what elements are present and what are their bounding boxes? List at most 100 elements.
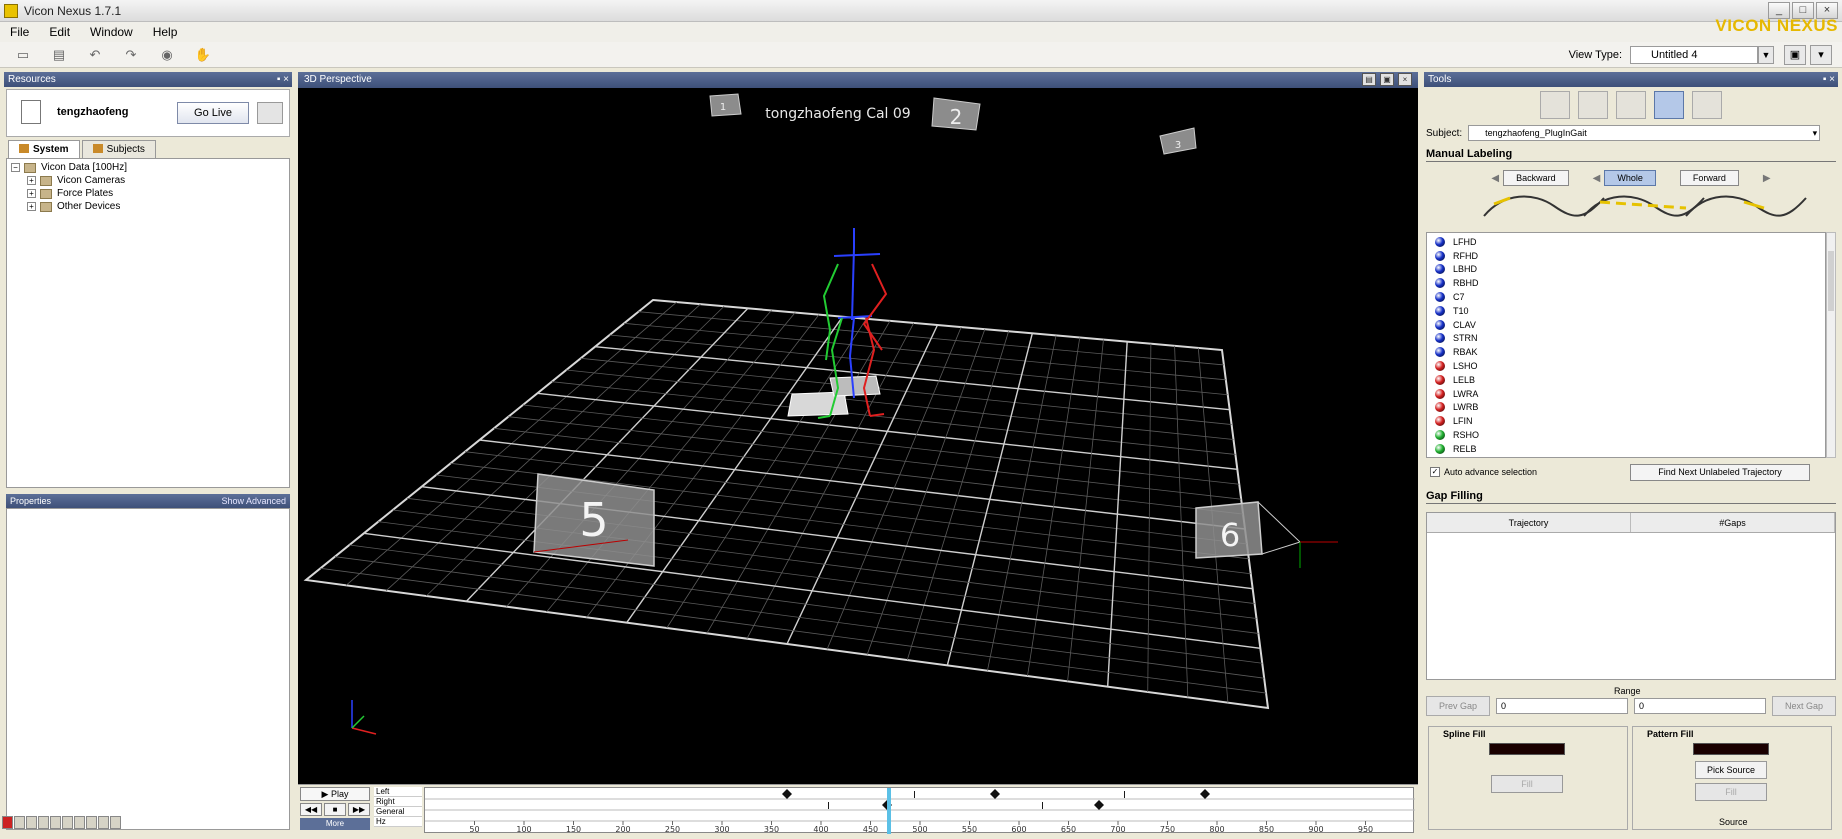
whole-button[interactable]: Whole xyxy=(1604,170,1656,186)
auto-advance-checkbox[interactable]: ✓ xyxy=(1430,467,1440,477)
tree-item-vicon-data[interactable]: − Vicon Data [100Hz] xyxy=(11,161,285,174)
marker-list-scrollbar[interactable] xyxy=(1826,232,1836,458)
foot-off-event-icon[interactable]: I xyxy=(827,801,830,812)
prev-gap-button[interactable]: Prev Gap xyxy=(1426,696,1490,716)
undo-icon[interactable]: ↶ xyxy=(84,45,106,65)
find-next-unlabeled-button[interactable]: Find Next Unlabeled Trajectory xyxy=(1630,464,1810,481)
foot-off-event-icon[interactable]: I xyxy=(913,790,916,801)
tree-item-force-plates[interactable]: + Force Plates xyxy=(11,187,285,200)
marker-row[interactable]: LFHD xyxy=(1435,235,1817,249)
marker-row[interactable]: LWRB xyxy=(1435,401,1817,415)
chevron-down-icon[interactable]: ▼ xyxy=(1758,46,1774,64)
more-button[interactable]: More xyxy=(300,818,370,830)
panel-pin-close-icon[interactable]: ▪ × xyxy=(1823,72,1835,87)
timeline-cursor[interactable] xyxy=(887,788,891,834)
foot-strike-event-icon[interactable] xyxy=(782,789,792,799)
marker-row[interactable]: LBHD xyxy=(1435,263,1817,277)
menu-edit[interactable]: Edit xyxy=(49,25,70,39)
tab-subjects[interactable]: Subjects xyxy=(81,140,156,158)
save-view-icon[interactable]: ▣ xyxy=(1784,45,1806,65)
menu-file[interactable]: File xyxy=(10,25,29,39)
view-type-select[interactable]: Untitled 4 xyxy=(1630,46,1758,64)
menu-window[interactable]: Window xyxy=(90,25,133,39)
pick-source-button[interactable]: Pick Source xyxy=(1695,761,1767,779)
expand-icon[interactable]: + xyxy=(27,202,36,211)
go-live-button[interactable]: Go Live xyxy=(177,102,249,124)
marker-row[interactable]: C7 xyxy=(1435,290,1817,304)
viewport-split-icon[interactable]: ▤ xyxy=(1362,73,1376,86)
panel-pin-close-icon[interactable]: ▪ × xyxy=(277,72,289,87)
taskbar-app-icon[interactable] xyxy=(2,815,13,829)
tree-item-other-devices[interactable]: + Other Devices xyxy=(11,200,285,213)
eye-icon[interactable] xyxy=(1692,91,1722,119)
next-gap-button[interactable]: Next Gap xyxy=(1772,696,1836,716)
camera-1[interactable]: 1 xyxy=(709,93,742,117)
taskbar-icon[interactable] xyxy=(50,815,61,829)
taskbar-icon[interactable] xyxy=(62,815,73,829)
expand-icon[interactable]: + xyxy=(27,176,36,185)
marker-list[interactable]: LFHD RFHD LBHD RBHD C7 T10 CLAV STRN RBAK LSHO LEL… xyxy=(1426,232,1826,458)
timeline-track[interactable]: 50 100 150 200 250 300 350 400 450 500 550 600 650 70… xyxy=(424,787,1415,834)
3d-viewport[interactable]: 3D Perspective ▤ ▣ × 1 tongzhaofeng Cal … xyxy=(298,72,1418,784)
foot-strike-event-icon[interactable] xyxy=(1094,800,1104,810)
marker-row[interactable]: STRN xyxy=(1435,332,1817,346)
show-advanced-link[interactable]: Show Advanced xyxy=(221,494,286,508)
play-button[interactable]: ▶ Play xyxy=(300,787,370,801)
capture-icon[interactable]: ◉ xyxy=(156,45,178,65)
marker-row[interactable]: LSHO xyxy=(1435,359,1817,373)
view-options-icon[interactable]: ▾ xyxy=(1810,45,1832,65)
foot-off-event-icon[interactable]: I xyxy=(1123,790,1126,801)
forward-button[interactable]: Forward xyxy=(1679,170,1739,186)
taskbar-icon[interactable] xyxy=(98,815,109,829)
subject-prep-icon[interactable] xyxy=(1540,91,1570,119)
spline-fill-button[interactable]: Fill xyxy=(1491,775,1563,793)
labeling-tool-icon[interactable] xyxy=(1654,91,1684,119)
marker-row[interactable]: RELB xyxy=(1435,442,1817,456)
collapse-icon[interactable]: − xyxy=(11,163,20,172)
save-icon[interactable]: ▤ xyxy=(48,45,70,65)
marker-row[interactable]: LFIN xyxy=(1435,414,1817,428)
menu-help[interactable]: Help xyxy=(153,25,178,39)
gap-table[interactable]: Trajectory #Gaps xyxy=(1426,512,1836,680)
taskbar-icon[interactable] xyxy=(26,815,37,829)
taskbar-icon[interactable] xyxy=(74,815,85,829)
foot-strike-event-icon[interactable] xyxy=(1200,789,1210,799)
foot-off-event-icon[interactable]: I xyxy=(1041,801,1044,812)
tab-system[interactable]: System xyxy=(8,140,80,158)
taskbar-icon[interactable] xyxy=(110,815,121,829)
marker-row[interactable]: RFHD xyxy=(1435,249,1817,263)
col-trajectory[interactable]: Trajectory xyxy=(1427,513,1631,532)
skip-back-icon[interactable]: ◀◀ xyxy=(300,803,322,816)
pattern-fill-button[interactable]: Fill xyxy=(1695,783,1767,801)
foot-strike-event-icon[interactable] xyxy=(990,789,1000,799)
subject-dropdown[interactable]: tengzhaofeng_PlugInGait xyxy=(1468,125,1821,141)
marker-row[interactable]: T10 xyxy=(1435,304,1817,318)
expand-icon[interactable]: + xyxy=(27,189,36,198)
hand-icon[interactable]: ✋ xyxy=(192,45,214,65)
timeline-svg[interactable]: 50 100 150 200 250 300 350 400 450 500 550 600 650 70… xyxy=(425,788,1415,834)
marker-row[interactable]: RSHO xyxy=(1435,428,1817,442)
pipeline-icon[interactable] xyxy=(1616,91,1646,119)
viewport-close-icon[interactable]: × xyxy=(1398,73,1412,86)
range-start-input[interactable]: 0 xyxy=(1496,698,1628,714)
camera-2[interactable]: 2 xyxy=(931,97,981,131)
taskbar-icon[interactable] xyxy=(86,815,97,829)
marker-row[interactable]: LELB xyxy=(1435,373,1817,387)
marker-row[interactable]: RBAK xyxy=(1435,345,1817,359)
3d-scene[interactable]: 1 tongzhaofeng Cal 09 2 3 5 6 xyxy=(298,88,1418,784)
viewport-maximize-icon[interactable]: ▣ xyxy=(1380,73,1394,86)
redo-icon[interactable]: ↷ xyxy=(120,45,142,65)
taskbar-icon[interactable] xyxy=(38,815,49,829)
taskbar-icon[interactable] xyxy=(14,815,25,829)
skip-forward-icon[interactable]: ▶▶ xyxy=(348,803,370,816)
tree-item-vicon-cameras[interactable]: + Vicon Cameras xyxy=(11,174,285,187)
range-end-input[interactable]: 0 xyxy=(1634,698,1766,714)
stop-icon[interactable]: ■ xyxy=(324,803,346,816)
marker-row[interactable]: RBHD xyxy=(1435,276,1817,290)
open-icon[interactable]: ▭ xyxy=(12,45,34,65)
col-gaps[interactable]: #Gaps xyxy=(1631,513,1835,532)
marker-row[interactable]: CLAV xyxy=(1435,318,1817,332)
label-tool-icon[interactable] xyxy=(1578,91,1608,119)
backward-button[interactable]: Backward xyxy=(1503,170,1569,186)
pause-button[interactable] xyxy=(257,102,283,124)
